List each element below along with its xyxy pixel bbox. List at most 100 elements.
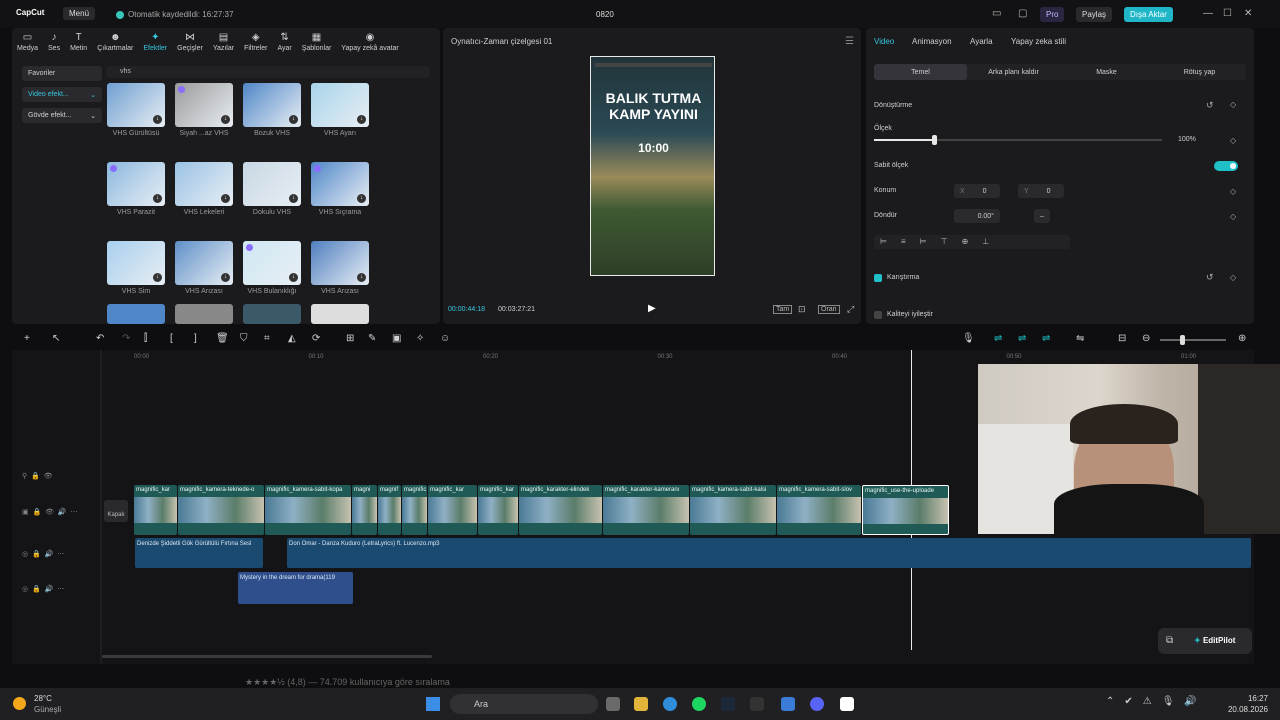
weather-desc[interactable]: Güneşli (34, 705, 61, 714)
position-y-field[interactable]: Y0 (1018, 184, 1064, 198)
magnet-icon[interactable]: ⇌ (1018, 333, 1026, 344)
select-tool-icon[interactable]: ↖ (52, 333, 60, 344)
rotate-icon[interactable]: ⟳ (312, 333, 320, 344)
zoom-handle[interactable] (1180, 335, 1185, 345)
magic-icon[interactable]: ✧ (416, 333, 424, 344)
download-icon[interactable]: ↓ (153, 194, 162, 203)
effect-thumbnail[interactable]: ↓ (311, 162, 369, 206)
discord-icon[interactable] (810, 697, 824, 711)
video-clip[interactable]: magnific_kamera-sabit-slov (777, 485, 861, 535)
tool-9[interactable]: ▦ Şablonlar (297, 28, 337, 56)
task-view-icon[interactable] (606, 697, 620, 711)
shield-icon[interactable]: ⛉ (240, 333, 248, 344)
effect-thumbnail[interactable]: ↓ (175, 83, 233, 127)
add-track-icon[interactable]: + (24, 333, 30, 344)
quality-checkbox[interactable] (874, 311, 882, 319)
inspector-tab[interactable]: Video (874, 37, 894, 46)
windows-start-icon[interactable] (426, 697, 440, 711)
uniform-scale-toggle[interactable] (1214, 161, 1238, 171)
effect-thumbnail[interactable]: ↓ (175, 241, 233, 285)
play-icon[interactable]: ▶ (648, 303, 656, 314)
cover-button[interactable]: Kapak (104, 500, 128, 522)
taskbar-search[interactable]: Ara (450, 694, 598, 714)
video-clip[interactable]: magnific_kamera-teknede-o (178, 485, 264, 535)
editpilot-chat-icon[interactable]: ⧉ (1166, 635, 1173, 646)
audio-clip[interactable]: Denizde Şiddetli Gök Gürültülü Fırtına S… (135, 538, 263, 568)
effect-thumbnail[interactable] (243, 304, 301, 324)
caption-icon[interactable]: ▣ (392, 333, 401, 344)
position-keyframe-icon[interactable]: ◇ (1230, 187, 1236, 196)
effect-thumbnail[interactable]: ↓ (311, 83, 369, 127)
ratio-button[interactable]: Oran (818, 305, 840, 314)
effect-thumbnail[interactable] (311, 304, 369, 324)
category-item[interactable]: Video efekt... ⌄ (22, 87, 102, 102)
download-icon[interactable]: ↓ (289, 115, 298, 124)
video-clip[interactable]: magnific_kamera-sabit-kalsi (690, 485, 776, 535)
rotate-keyframe-icon[interactable]: ◇ (1230, 212, 1236, 221)
blend-keyframe-icon[interactable]: ◇ (1230, 273, 1236, 282)
editpilot-label[interactable]: ✦ EditPilot (1194, 636, 1235, 645)
blend-section[interactable]: Karıştırma (887, 274, 919, 281)
full-quality-button[interactable]: Tam (773, 305, 793, 314)
microphone-icon[interactable]: 🎙 (962, 333, 975, 344)
tool-8[interactable]: ⇅ Ayar (272, 28, 296, 56)
link-icon[interactable]: ⇌ (994, 333, 1002, 344)
category-item[interactable]: Favoriler (22, 66, 102, 81)
download-icon[interactable]: ↓ (357, 273, 366, 282)
audio-clip[interactable]: Don Omar - Danza Kuduro (LetraLyrics) ft… (287, 538, 1251, 568)
download-icon[interactable]: ↓ (221, 273, 230, 282)
video-clip[interactable]: magnific_karakter-elindek (519, 485, 602, 535)
snap-icon[interactable]: ⇌ (1042, 333, 1050, 344)
video-clip[interactable]: magnific_kar (134, 485, 177, 535)
download-icon[interactable]: ↓ (221, 194, 230, 203)
video-clip[interactable]: magnific_karakter-kameranı (603, 485, 689, 535)
weather-temp[interactable]: 28°C (34, 694, 52, 703)
scale-keyframe-icon[interactable]: ◇ (1230, 136, 1236, 145)
capcut-icon[interactable] (840, 697, 854, 711)
inspector-subtab[interactable]: Arka planı kaldır (967, 64, 1060, 80)
zoom-in-icon[interactable]: ⊕ (1238, 333, 1246, 344)
download-icon[interactable]: ↓ (289, 273, 298, 282)
reset-icon[interactable]: ↺ (1206, 100, 1214, 111)
tool-10[interactable]: ◉ Yapay zekâ avatar (336, 28, 403, 56)
pro-button[interactable]: Pro (1040, 7, 1065, 22)
inspector-tab[interactable]: Animasyon (912, 37, 952, 46)
zoom-slider[interactable] (1160, 335, 1226, 345)
editpilot-widget[interactable]: ⧉ ✦ EditPilot (1158, 628, 1252, 654)
scale-slider[interactable] (874, 135, 1162, 145)
notepad-icon[interactable] (781, 697, 795, 711)
effect-thumbnail[interactable]: ↓ (107, 162, 165, 206)
inspector-subtab[interactable]: Maske (1060, 64, 1153, 80)
preview-axis-icon[interactable]: ⇋ (1076, 333, 1084, 344)
clock-date[interactable]: 20.08.2026 (1218, 705, 1268, 714)
overlay-track-controls[interactable]: ⚲ 🔒 👁 (22, 472, 53, 480)
mirror-icon[interactable]: ◭ (288, 333, 296, 344)
effect-thumbnail[interactable] (175, 304, 233, 324)
inspector-subtab[interactable]: Rötuş yap (1153, 64, 1246, 80)
steam-icon[interactable] (721, 697, 735, 711)
freeze-icon[interactable]: ⊞ (346, 333, 354, 344)
category-item[interactable]: Gövde efekt... ⌄ (22, 108, 102, 123)
effect-thumbnail[interactable]: ↓ (243, 241, 301, 285)
rotate-field[interactable]: 0.00° (954, 209, 1000, 223)
video-clip[interactable]: magnif (378, 485, 401, 535)
blend-checkbox[interactable] (874, 274, 882, 282)
close-icon[interactable]: ✕ (1244, 8, 1252, 19)
download-icon[interactable]: ↓ (357, 194, 366, 203)
video-clip[interactable]: magni (352, 485, 377, 535)
undo-icon[interactable]: ↶ (96, 333, 104, 344)
quality-section[interactable]: Kaliteyi iyileştir (887, 311, 933, 318)
video-clip[interactable]: magnific_use-the-uploade (862, 485, 949, 535)
main-track-controls[interactable]: ▣ 🔒 👁 🔊 ⋯ (22, 508, 78, 516)
avatar-icon[interactable]: ☺ (440, 333, 450, 344)
tool-1[interactable]: ♪ Ses (43, 28, 65, 56)
spotify-icon[interactable] (692, 697, 706, 711)
blend-reset-icon[interactable]: ↺ (1206, 272, 1214, 283)
split-left-icon[interactable]: [ (170, 333, 173, 344)
download-icon[interactable]: ↓ (357, 115, 366, 124)
rotate-flip-button[interactable]: – (1034, 209, 1050, 223)
video-clip[interactable]: magnific_kar (478, 485, 518, 535)
video-clip[interactable]: magnific (402, 485, 427, 535)
inspector-tab[interactable]: Yapay zeka stili (1011, 37, 1066, 46)
fullscreen-icon[interactable]: ⤢ (847, 304, 854, 315)
